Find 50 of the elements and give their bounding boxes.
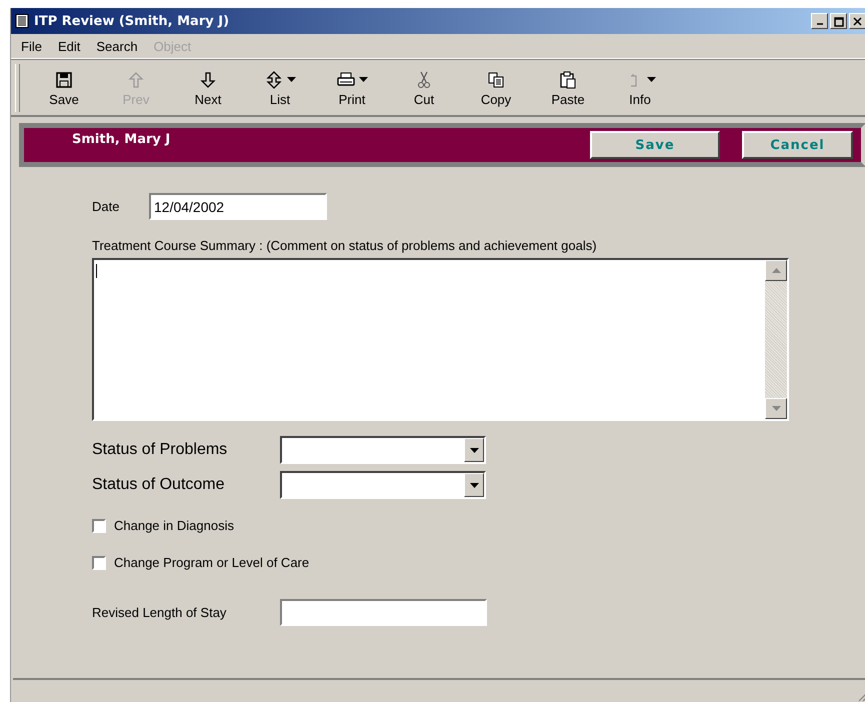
scroll-up-button[interactable] [765, 260, 787, 281]
stay-label: Revised Length of Stay [92, 605, 228, 620]
up-down-arrow-icon [264, 70, 284, 90]
down-triangle-icon [772, 406, 780, 411]
toolbar-button[interactable]: Print [316, 62, 388, 112]
summary-label: Treatment Course Summary : (Comment on status of problems and achievement goals) [92, 238, 598, 253]
date-label: Date [92, 199, 120, 214]
dropdown-arrow-button[interactable] [464, 473, 484, 497]
toolbar-button[interactable]: Paste [532, 62, 604, 112]
up-arrow-icon [126, 70, 146, 90]
dropdown-field[interactable] [280, 471, 486, 499]
menu-item[interactable]: Search [88, 38, 146, 54]
maximize-icon [833, 16, 844, 26]
caret-icon [287, 77, 296, 82]
patient-name: Smith, Mary J [72, 132, 170, 147]
dropdown-arrow-button[interactable] [464, 438, 484, 462]
clipboard-icon [558, 70, 578, 90]
toolbar-button[interactable]: Next [172, 62, 244, 112]
minimize-button[interactable] [811, 13, 828, 29]
toolbar-button[interactable]: Info [604, 62, 676, 112]
checkbox[interactable] [92, 556, 106, 570]
down-triangle-icon [470, 448, 478, 452]
close-button[interactable] [849, 13, 865, 29]
checkbox-label: Change Program or Level of Care [114, 555, 310, 570]
minimize-icon [816, 23, 822, 25]
document-icon [15, 14, 29, 28]
dropdown-label: Status of Outcome [92, 476, 226, 494]
dropdown-field[interactable] [280, 436, 486, 464]
caret-icon [359, 77, 368, 82]
menu-item[interactable]: Edit [50, 38, 88, 54]
down-triangle-icon [470, 482, 478, 488]
length-of-stay-field[interactable] [280, 599, 487, 626]
toolbar-button[interactable]: Save [28, 62, 100, 112]
vertical-scrollbar[interactable] [765, 260, 787, 419]
toolbar-button[interactable]: Copy [460, 62, 532, 112]
toolbar-button[interactable]: List [244, 62, 316, 112]
maximize-button[interactable] [830, 13, 847, 29]
window-title: ITP Review (Smith, Mary J) [34, 14, 230, 28]
up-triangle-icon [772, 268, 780, 273]
date-field[interactable]: 12/04/2002 [149, 193, 327, 220]
checkbox-label: Change in Diagnosis [114, 518, 234, 533]
caret-icon [647, 77, 656, 82]
copy-icon [486, 70, 506, 90]
toolbar-button[interactable]: Cut [388, 62, 460, 112]
menu-item[interactable]: File [13, 38, 50, 54]
dropdown-label: Status of Problems [92, 441, 228, 459]
scroll-down-button[interactable] [765, 398, 787, 419]
close-icon [852, 16, 863, 26]
down-arrow-icon [198, 70, 218, 90]
checkbox[interactable] [92, 518, 106, 532]
